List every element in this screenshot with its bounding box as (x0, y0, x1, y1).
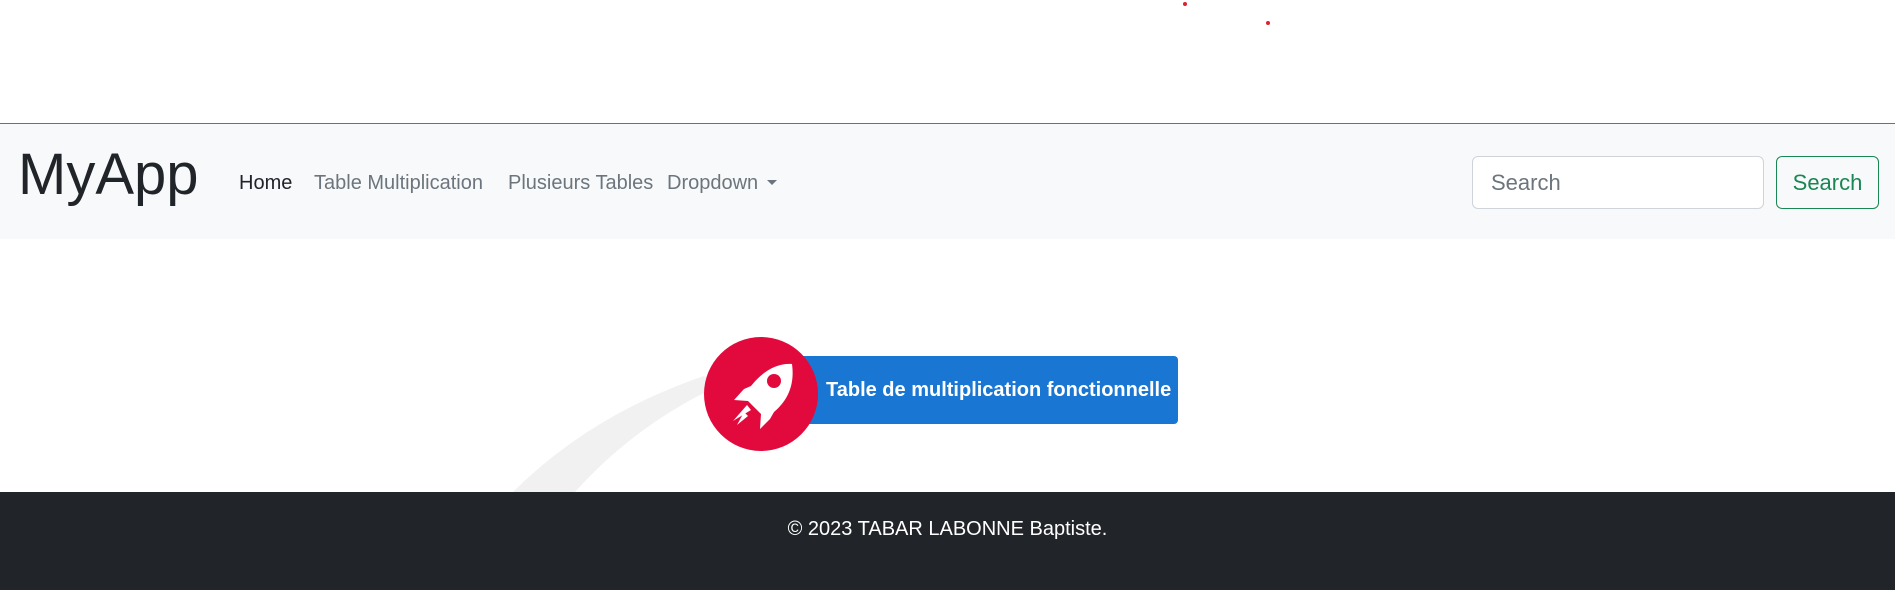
footer: © 2023 TABAR LABONNE Baptiste. (0, 492, 1895, 590)
rocket-icon (733, 363, 793, 429)
rocket-badge (704, 337, 818, 451)
footer-copyright: © 2023 TABAR LABONNE Baptiste. (787, 518, 1108, 540)
multiplication-table-cta-button[interactable]: Table de multiplication fonctionnelle (770, 356, 1178, 424)
